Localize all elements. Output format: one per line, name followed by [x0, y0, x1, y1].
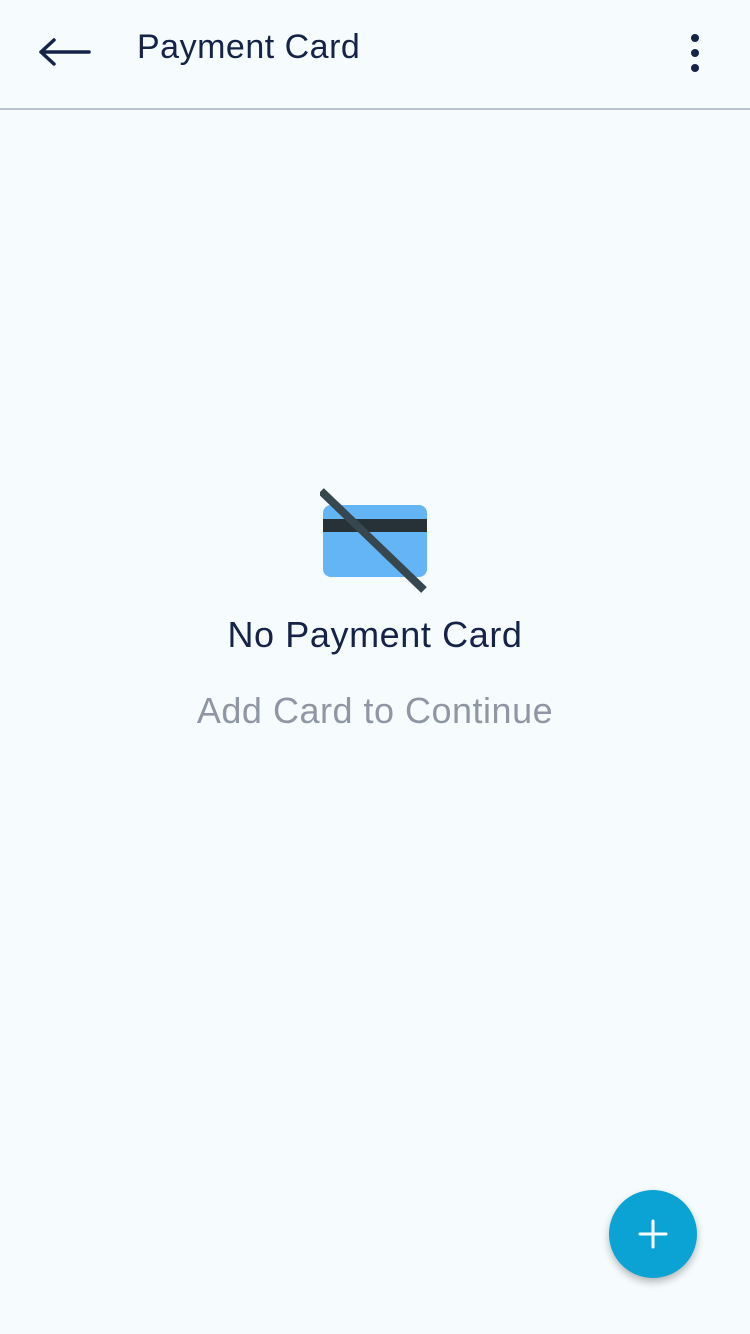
- plus-icon: [638, 1219, 668, 1249]
- page-title: Payment Card: [137, 28, 361, 66]
- more-vertical-icon: [691, 34, 699, 72]
- empty-state-title: No Payment Card: [227, 614, 523, 655]
- empty-state: No Payment Card Add Card to Continue: [0, 486, 750, 732]
- arrow-left-icon: [39, 38, 91, 66]
- more-options-button[interactable]: [670, 25, 720, 81]
- back-button[interactable]: [30, 22, 100, 82]
- app-bar: Payment Card: [0, 0, 750, 110]
- card-off-icon: [320, 488, 427, 593]
- empty-state-subtitle: Add Card to Continue: [196, 690, 554, 731]
- add-card-button[interactable]: [609, 1190, 697, 1278]
